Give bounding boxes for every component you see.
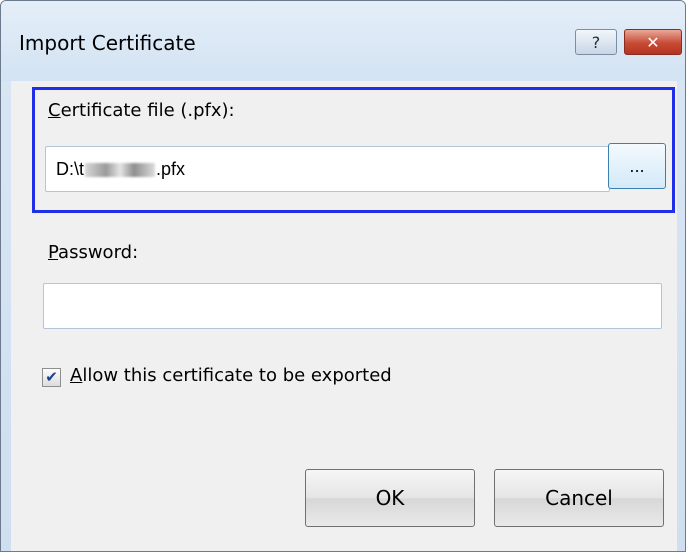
close-button[interactable]: ✕ — [624, 29, 682, 55]
password-input[interactable] — [43, 283, 662, 329]
browse-button[interactable]: ... — [608, 143, 666, 189]
ok-button[interactable]: OK — [305, 469, 475, 527]
import-certificate-dialog: Import Certificate ? ✕ Certificate file … — [0, 0, 686, 552]
certificate-file-input[interactable]: D:\t .pfx — [45, 146, 610, 192]
certificate-file-label: Certificate file (.pfx): — [48, 100, 235, 121]
help-button[interactable]: ? — [575, 29, 617, 55]
redacted-text — [85, 163, 156, 178]
password-label: Password: — [48, 242, 139, 263]
title-bar[interactable]: Import Certificate ? ✕ — [1, 1, 685, 81]
dialog-body: Certificate file (.pfx): D:\t .pfx ... Pa… — [11, 81, 677, 551]
certificate-file-group: Certificate file (.pfx): D:\t .pfx — [32, 87, 675, 213]
allow-export-label[interactable]: Allow this certificate to be exported — [70, 365, 392, 386]
allow-export-checkbox[interactable]: ✔ — [42, 368, 61, 387]
dialog-title: Import Certificate — [19, 31, 196, 55]
checkmark-icon: ✔ — [45, 368, 58, 386]
help-icon: ? — [591, 32, 601, 52]
cancel-button[interactable]: Cancel — [494, 469, 664, 527]
close-icon: ✕ — [646, 32, 660, 52]
